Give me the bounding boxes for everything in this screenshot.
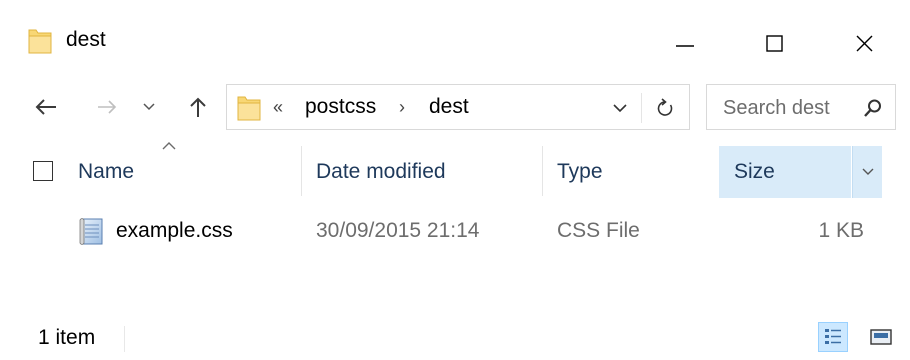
breadcrumb-postcss[interactable]: postcss (305, 93, 376, 121)
search-input[interactable]: Search dest (706, 84, 896, 130)
column-header-type[interactable]: Type (557, 158, 603, 186)
overflow-chevron[interactable]: « (273, 95, 283, 119)
close-icon (856, 35, 873, 52)
arrow-up-icon (190, 97, 206, 117)
large-icons-view-icon (870, 329, 892, 345)
status-divider (124, 326, 125, 352)
select-all-checkbox[interactable] (33, 161, 53, 181)
folder-icon (237, 95, 261, 121)
forward-button[interactable] (92, 88, 122, 126)
maximize-button[interactable] (730, 14, 820, 70)
css-file-icon (76, 216, 106, 246)
minimize-button[interactable] (640, 14, 730, 70)
column-header-name[interactable]: Name (78, 158, 134, 186)
address-divider (641, 93, 642, 123)
recent-locations-button[interactable] (138, 88, 160, 126)
search-placeholder: Search dest (723, 97, 830, 119)
file-type: CSS File (557, 219, 640, 242)
sort-ascending-icon (158, 138, 180, 154)
column-header-date-modified[interactable]: Date modified (316, 158, 446, 186)
address-dropdown-button[interactable] (607, 96, 633, 120)
refresh-icon (657, 98, 673, 116)
column-separator[interactable] (542, 146, 543, 196)
breadcrumb-dest[interactable]: dest (429, 93, 469, 121)
up-button[interactable] (180, 88, 216, 126)
search-icon[interactable] (861, 96, 885, 120)
window-title: dest (66, 28, 106, 51)
folder-icon (28, 28, 52, 54)
details-view-button[interactable] (818, 322, 848, 352)
file-date-modified: 30/09/2015 21:14 (316, 219, 480, 242)
details-view-icon (825, 329, 841, 344)
arrow-right-icon (98, 100, 117, 114)
chevron-down-icon (143, 103, 155, 111)
back-button[interactable] (24, 88, 68, 126)
address-bar[interactable]: « postcss › dest (226, 84, 690, 130)
status-item-count: 1 item (38, 326, 96, 349)
chevron-down-icon (613, 103, 627, 112)
minimize-icon (676, 45, 694, 47)
close-button[interactable] (820, 14, 910, 70)
large-icons-view-button[interactable] (866, 322, 896, 352)
column-separator[interactable] (301, 146, 302, 196)
breadcrumb-separator[interactable]: › (399, 95, 405, 119)
column-filter-dropdown[interactable] (852, 146, 882, 198)
chevron-down-icon (862, 168, 873, 175)
refresh-button[interactable] (645, 94, 685, 122)
file-name[interactable]: example.css (116, 217, 233, 245)
column-header-size[interactable]: Size (734, 158, 775, 186)
maximize-icon (766, 35, 783, 52)
file-size: 1 KB (818, 219, 864, 242)
arrow-left-icon (35, 99, 56, 115)
